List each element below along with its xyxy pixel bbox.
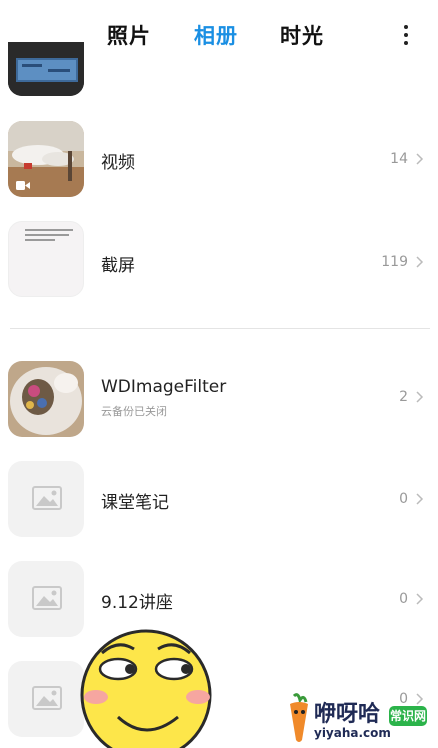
album-row-videos[interactable]: 视频 14: [0, 121, 438, 201]
album-row-wdimagefilter[interactable]: WDImageFilter 云备份已关闭 2: [0, 361, 438, 441]
watermark-badge: 常识网: [389, 706, 427, 726]
album-name: 视频: [101, 153, 135, 173]
album-name: WDImageFilter: [101, 377, 227, 397]
emoji-face-sticker: [80, 629, 212, 748]
album-count: 119: [381, 254, 408, 270]
album-thumbnail: [8, 561, 84, 637]
album-row-class-notes[interactable]: 课堂笔记 0: [0, 461, 438, 541]
album-row-screenshots[interactable]: 截屏 119: [0, 221, 438, 301]
image-placeholder-icon: [32, 586, 62, 610]
album-thumbnail: [8, 461, 84, 537]
chevron-right-icon: [416, 153, 424, 165]
video-camera-icon: [16, 181, 30, 190]
watermark-brand: 咿呀哈: [314, 702, 381, 727]
album-name: 课堂笔记: [101, 493, 169, 513]
album-name: 9.12讲座: [101, 593, 173, 613]
album-row-lecture[interactable]: 9.12讲座 0: [0, 561, 438, 641]
image-placeholder-icon: [32, 686, 62, 710]
album-count: 0: [399, 491, 408, 507]
album-name: 截屏: [101, 256, 135, 276]
chevron-right-icon: [416, 593, 424, 605]
album-thumbnail: [8, 661, 84, 737]
chevron-right-icon: [416, 493, 424, 505]
carrot-mascot-icon: [290, 693, 308, 742]
section-divider: [10, 328, 430, 329]
album-count: 2: [399, 389, 408, 405]
image-placeholder-icon: [32, 486, 62, 510]
album-row-partial[interactable]: [0, 42, 438, 100]
chevron-right-icon: [416, 256, 424, 268]
album-thumbnail: [8, 121, 84, 197]
album-thumbnail: [8, 42, 84, 96]
album-count: 14: [390, 151, 408, 167]
watermark-logo: 咿呀哈 常识网 yiyaha.com: [282, 690, 438, 748]
album-thumbnail: [8, 221, 84, 297]
album-count: 0: [399, 591, 408, 607]
album-thumbnail: [8, 361, 84, 437]
watermark-url: yiyaha.com: [314, 726, 391, 740]
album-subtitle: 云备份已关闭: [101, 405, 167, 418]
chevron-right-icon: [416, 391, 424, 403]
